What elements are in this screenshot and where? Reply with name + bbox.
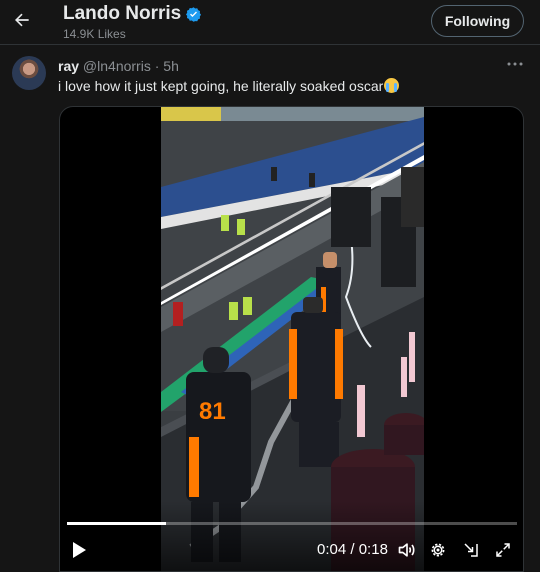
arrow-left-icon — [15, 13, 29, 27]
video-player[interactable]: 81 0:04 / 0:18 — [59, 106, 524, 572]
video-duration: 0:18 — [358, 541, 388, 558]
fullscreen-icon — [496, 543, 510, 557]
pop-out-button[interactable] — [460, 539, 482, 561]
video-time-separator: / — [350, 541, 355, 558]
profile-name: Lando Norris — [63, 3, 182, 24]
settings-gear-icon — [431, 543, 445, 557]
post-text-body: i love how it just kept going, he litera… — [58, 78, 384, 94]
play-button[interactable] — [68, 539, 90, 561]
back-button[interactable] — [8, 6, 36, 34]
video-time: 0:04 / 0:18 — [317, 541, 388, 558]
post-time[interactable]: 5h — [163, 58, 179, 74]
loudly-crying-face-icon — [384, 78, 400, 93]
meta-separator: · — [154, 58, 160, 74]
more-options-button[interactable] — [504, 56, 526, 72]
post-text: i love how it just kept going, he litera… — [58, 77, 400, 95]
verified-badge-icon — [186, 6, 202, 22]
volume-button[interactable] — [396, 539, 418, 561]
video-current-time: 0:04 — [317, 541, 347, 558]
likes-count: 14.9K Likes — [63, 27, 126, 41]
profile-header: Lando Norris 14.9K Likes Following — [0, 0, 540, 45]
following-button[interactable]: Following — [431, 5, 524, 37]
fullscreen-button[interactable] — [492, 539, 514, 561]
play-icon — [73, 542, 86, 558]
pop-out-icon — [464, 543, 478, 557]
settings-button[interactable] — [427, 539, 449, 561]
volume-icon — [398, 543, 415, 557]
post-author-name[interactable]: ray — [58, 58, 79, 74]
video-progress-bar[interactable] — [67, 522, 517, 525]
post-meta: ray @ln4norris · 5h — [58, 58, 179, 74]
more-dots-icon — [507, 62, 523, 66]
svg-text:81: 81 — [199, 398, 226, 425]
post-author-handle[interactable]: @ln4norris — [83, 58, 151, 74]
video-progress-fill — [67, 522, 166, 525]
profile-title-block: Lando Norris 14.9K Likes — [63, 3, 202, 41]
controls-overlay — [60, 501, 523, 571]
avatar[interactable] — [12, 56, 46, 90]
